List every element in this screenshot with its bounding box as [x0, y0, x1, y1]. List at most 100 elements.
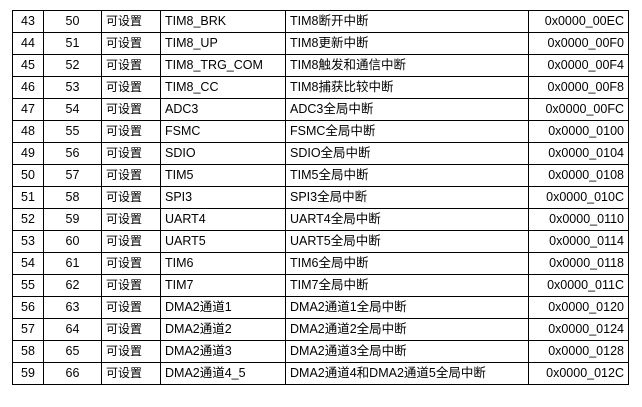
name-cell: UART4 — [160, 208, 286, 231]
priority-cell: 57 — [43, 164, 102, 187]
priority-type-cell: 可设置 — [101, 208, 161, 231]
priority-cell: 56 — [43, 142, 102, 165]
address-cell: 0x0000_0124 — [528, 318, 629, 341]
priority-cell: 52 — [43, 54, 102, 77]
position-cell: 51 — [12, 186, 44, 209]
priority-type-cell: 可设置 — [101, 340, 161, 363]
position-cell: 59 — [12, 362, 44, 385]
address-cell: 0x0000_0114 — [528, 230, 629, 253]
priority-type-cell: 可设置 — [101, 142, 161, 165]
table-row: 59 66 可设置 DMA2通道4_5 DMA2通道4和DMA2通道5全局中断 … — [12, 362, 629, 385]
table-row: 56 63 可设置 DMA2通道1 DMA2通道1全局中断 0x0000_012… — [12, 296, 629, 319]
name-cell: TIM6 — [160, 252, 286, 275]
position-cell: 58 — [12, 340, 44, 363]
priority-cell: 51 — [43, 32, 102, 55]
description-cell: DMA2通道2全局中断 — [285, 318, 529, 341]
priority-type-cell: 可设置 — [101, 120, 161, 143]
position-cell: 48 — [12, 120, 44, 143]
position-cell: 49 — [12, 142, 44, 165]
table-row: 51 58 可设置 SPI3 SPI3全局中断 0x0000_010C — [12, 186, 629, 209]
address-cell: 0x0000_00F4 — [528, 54, 629, 77]
priority-type-cell: 可设置 — [101, 10, 161, 33]
table-row: 47 54 可设置 ADC3 ADC3全局中断 0x0000_00FC — [12, 98, 629, 121]
table-row: 48 55 可设置 FSMC FSMC全局中断 0x0000_0100 — [12, 120, 629, 143]
name-cell: UART5 — [160, 230, 286, 253]
address-cell: 0x0000_0118 — [528, 252, 629, 275]
priority-cell: 55 — [43, 120, 102, 143]
name-cell: TIM8_TRG_COM — [160, 54, 286, 77]
description-cell: DMA2通道4和DMA2通道5全局中断 — [285, 362, 529, 385]
name-cell: TIM8_CC — [160, 76, 286, 99]
address-cell: 0x0000_00F8 — [528, 76, 629, 99]
priority-type-cell: 可设置 — [101, 76, 161, 99]
name-cell: DMA2通道4_5 — [160, 362, 286, 385]
description-cell: TIM8更新中断 — [285, 32, 529, 55]
description-cell: TIM8断开中断 — [285, 10, 529, 33]
name-cell: FSMC — [160, 120, 286, 143]
name-cell: DMA2通道2 — [160, 318, 286, 341]
priority-type-cell: 可设置 — [101, 32, 161, 55]
table-row: 57 64 可设置 DMA2通道2 DMA2通道2全局中断 0x0000_012… — [12, 318, 629, 341]
priority-type-cell: 可设置 — [101, 318, 161, 341]
priority-cell: 50 — [43, 10, 102, 33]
name-cell: TIM7 — [160, 274, 286, 297]
name-cell: SDIO — [160, 142, 286, 165]
priority-type-cell: 可设置 — [101, 230, 161, 253]
table-row: 55 62 可设置 TIM7 TIM7全局中断 0x0000_011C — [12, 274, 629, 297]
description-cell: SDIO全局中断 — [285, 142, 529, 165]
position-cell: 56 — [12, 296, 44, 319]
description-cell: TIM7全局中断 — [285, 274, 529, 297]
document-page: 43 50 可设置 TIM8_BRK TIM8断开中断 0x0000_00EC … — [0, 0, 642, 407]
priority-type-cell: 可设置 — [101, 362, 161, 385]
table-row: 54 61 可设置 TIM6 TIM6全局中断 0x0000_0118 — [12, 252, 629, 275]
table-row: 53 60 可设置 UART5 UART5全局中断 0x0000_0114 — [12, 230, 629, 253]
position-cell: 43 — [12, 10, 44, 33]
description-cell: DMA2通道3全局中断 — [285, 340, 529, 363]
priority-cell: 64 — [43, 318, 102, 341]
table-row: 52 59 可设置 UART4 UART4全局中断 0x0000_0110 — [12, 208, 629, 231]
priority-type-cell: 可设置 — [101, 186, 161, 209]
address-cell: 0x0000_00FC — [528, 98, 629, 121]
name-cell: DMA2通道1 — [160, 296, 286, 319]
table-row: 43 50 可设置 TIM8_BRK TIM8断开中断 0x0000_00EC — [12, 10, 629, 33]
name-cell: TIM8_BRK — [160, 10, 286, 33]
name-cell: ADC3 — [160, 98, 286, 121]
priority-type-cell: 可设置 — [101, 54, 161, 77]
address-cell: 0x0000_0104 — [528, 142, 629, 165]
priority-type-cell: 可设置 — [101, 164, 161, 187]
table-row: 45 52 可设置 TIM8_TRG_COM TIM8触发和通信中断 0x000… — [12, 54, 629, 77]
description-cell: TIM5全局中断 — [285, 164, 529, 187]
priority-cell: 54 — [43, 98, 102, 121]
priority-type-cell: 可设置 — [101, 296, 161, 319]
address-cell: 0x0000_00EC — [528, 10, 629, 33]
position-cell: 52 — [12, 208, 44, 231]
table-row: 49 56 可设置 SDIO SDIO全局中断 0x0000_0104 — [12, 142, 629, 165]
address-cell: 0x0000_0100 — [528, 120, 629, 143]
name-cell: TIM8_UP — [160, 32, 286, 55]
interrupt-vector-table: 43 50 可设置 TIM8_BRK TIM8断开中断 0x0000_00EC … — [12, 10, 629, 385]
position-cell: 45 — [12, 54, 44, 77]
priority-type-cell: 可设置 — [101, 252, 161, 275]
address-cell: 0x0000_010C — [528, 186, 629, 209]
name-cell: TIM5 — [160, 164, 286, 187]
table-row: 46 53 可设置 TIM8_CC TIM8捕获比较中断 0x0000_00F8 — [12, 76, 629, 99]
priority-cell: 62 — [43, 274, 102, 297]
position-cell: 55 — [12, 274, 44, 297]
address-cell: 0x0000_0128 — [528, 340, 629, 363]
priority-type-cell: 可设置 — [101, 274, 161, 297]
position-cell: 47 — [12, 98, 44, 121]
position-cell: 44 — [12, 32, 44, 55]
address-cell: 0x0000_0108 — [528, 164, 629, 187]
position-cell: 53 — [12, 230, 44, 253]
priority-cell: 53 — [43, 76, 102, 99]
description-cell: FSMC全局中断 — [285, 120, 529, 143]
name-cell: SPI3 — [160, 186, 286, 209]
position-cell: 50 — [12, 164, 44, 187]
description-cell: TIM8捕获比较中断 — [285, 76, 529, 99]
description-cell: UART4全局中断 — [285, 208, 529, 231]
description-cell: DMA2通道1全局中断 — [285, 296, 529, 319]
priority-type-cell: 可设置 — [101, 98, 161, 121]
address-cell: 0x0000_0120 — [528, 296, 629, 319]
priority-cell: 66 — [43, 362, 102, 385]
priority-cell: 59 — [43, 208, 102, 231]
